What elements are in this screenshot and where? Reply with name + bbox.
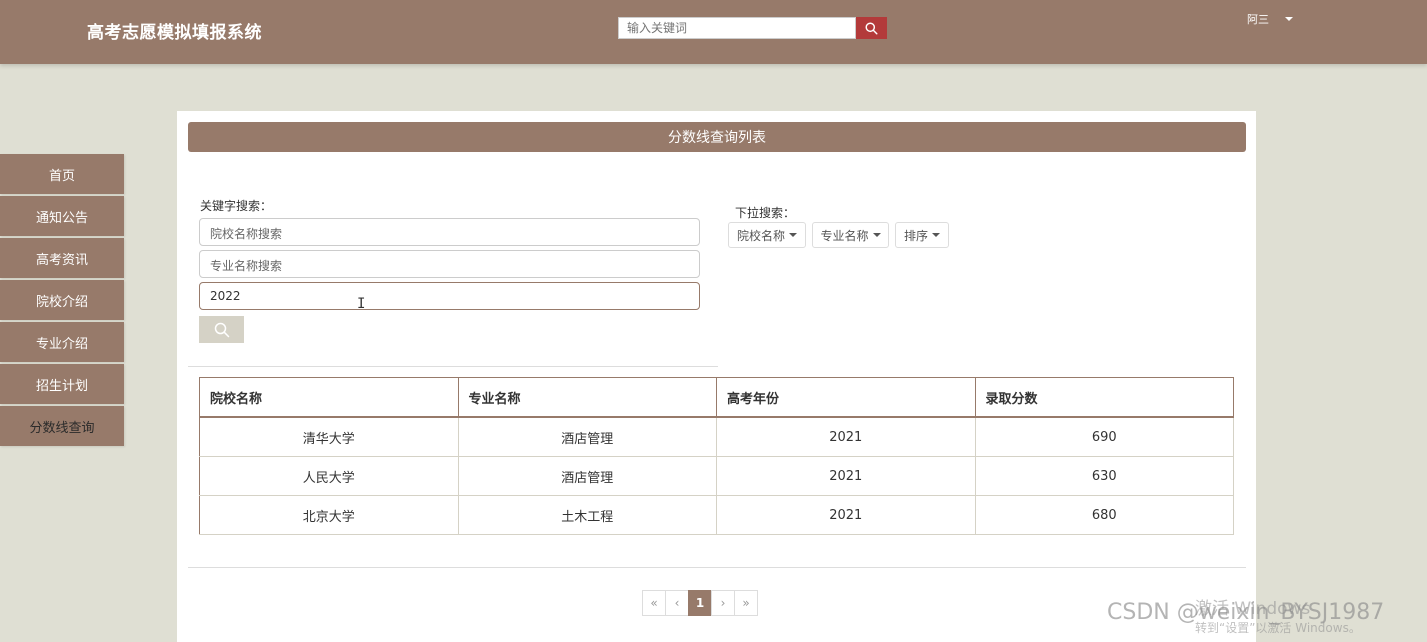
sort-dropdown[interactable]: 排序 <box>895 222 949 248</box>
dropdown-label: 专业名称 <box>820 228 869 243</box>
score-table: 院校名称 专业名称 高考年份 录取分数 清华大学 酒店管理 2021 690 人… <box>199 377 1234 535</box>
dropdown-search-label: 下拉搜索： <box>735 206 796 220</box>
caret-down-icon <box>872 233 881 237</box>
csdn-watermark: CSDN @weixin_BYSJ1987 <box>1107 600 1385 625</box>
keyword-search-label: 关键字搜索： <box>200 199 273 213</box>
column-header-score: 录取分数 <box>974 377 1234 418</box>
top-search-button[interactable] <box>856 17 887 39</box>
text-cursor-icon: I <box>357 296 366 312</box>
caret-down-icon <box>789 233 797 237</box>
cell-major: 酒店管理 <box>457 417 717 457</box>
search-icon <box>865 21 878 35</box>
last-page-button[interactable]: » <box>734 590 758 616</box>
school-name-dropdown[interactable]: 院校名称 <box>728 222 806 248</box>
column-header-major: 专业名称 <box>457 377 717 418</box>
year-search-input[interactable]: 2022 <box>199 282 700 310</box>
panel-title: 分数线查询列表 <box>188 122 1246 152</box>
chevron-down-icon <box>1285 17 1293 21</box>
table-header-row: 院校名称 专业名称 高考年份 录取分数 <box>199 377 1234 418</box>
cell-score: 690 <box>974 417 1234 457</box>
cell-year: 2021 <box>716 456 976 496</box>
cell-score: 630 <box>974 456 1234 496</box>
major-name-dropdown[interactable]: 专业名称 <box>812 222 889 248</box>
user-name: 阿三 <box>1247 13 1269 26</box>
sidebar-item-news[interactable]: 高考资讯 <box>0 238 124 278</box>
cell-year: 2021 <box>716 495 976 535</box>
top-navbar: 高考志愿模拟填报系统 阿三 <box>0 0 1427 64</box>
top-search-input[interactable] <box>618 17 856 39</box>
page-number-button[interactable]: 1 <box>688 590 712 616</box>
dropdown-label: 院校名称 <box>736 228 785 243</box>
form-divider <box>188 366 718 367</box>
first-page-button[interactable]: « <box>642 590 666 616</box>
cell-year: 2021 <box>716 417 976 457</box>
table-divider <box>188 567 1246 568</box>
school-name-search-input[interactable]: 院校名称搜索 <box>199 218 700 246</box>
cell-major: 酒店管理 <box>457 456 717 496</box>
main-panel: 分数线查询列表 关键字搜索： 院校名称搜索 专业名称搜索 2022 下拉搜索： … <box>177 111 1256 642</box>
column-header-year: 高考年份 <box>716 377 976 418</box>
sidebar-item-home[interactable]: 首页 <box>0 154 124 194</box>
major-name-search-input[interactable]: 专业名称搜索 <box>199 250 700 278</box>
prev-page-button[interactable]: ‹ <box>665 590 689 616</box>
sidebar-item-score-query[interactable]: 分数线查询 <box>0 406 124 446</box>
column-header-school: 院校名称 <box>199 377 459 418</box>
pagination: « ‹ 1 › » <box>642 590 758 616</box>
user-menu[interactable]: 阿三 <box>1247 11 1293 27</box>
next-page-button[interactable]: › <box>711 590 735 616</box>
dropdown-label: 排序 <box>903 228 928 243</box>
sidebar-item-enrollment-plan[interactable]: 招生计划 <box>0 364 124 404</box>
cell-major: 土木工程 <box>457 495 717 535</box>
sidebar-item-schools[interactable]: 院校介绍 <box>0 280 124 320</box>
sidebar: 首页 通知公告 高考资讯 院校介绍 专业介绍 招生计划 分数线查询 <box>0 154 124 448</box>
search-button[interactable] <box>199 316 244 343</box>
cell-school: 人民大学 <box>199 456 459 496</box>
site-title[interactable]: 高考志愿模拟填报系统 <box>87 18 262 43</box>
caret-down-icon <box>932 233 940 237</box>
sidebar-item-majors[interactable]: 专业介绍 <box>0 322 124 362</box>
table-row[interactable]: 人民大学 酒店管理 2021 630 <box>199 456 1234 496</box>
table-row[interactable]: 北京大学 土木工程 2021 680 <box>199 495 1234 535</box>
cell-school: 清华大学 <box>199 417 459 457</box>
cell-score: 680 <box>974 495 1234 535</box>
sidebar-item-notices[interactable]: 通知公告 <box>0 196 124 236</box>
table-row[interactable]: 清华大学 酒店管理 2021 690 <box>199 417 1234 457</box>
cell-school: 北京大学 <box>199 495 459 535</box>
search-icon <box>214 322 229 337</box>
